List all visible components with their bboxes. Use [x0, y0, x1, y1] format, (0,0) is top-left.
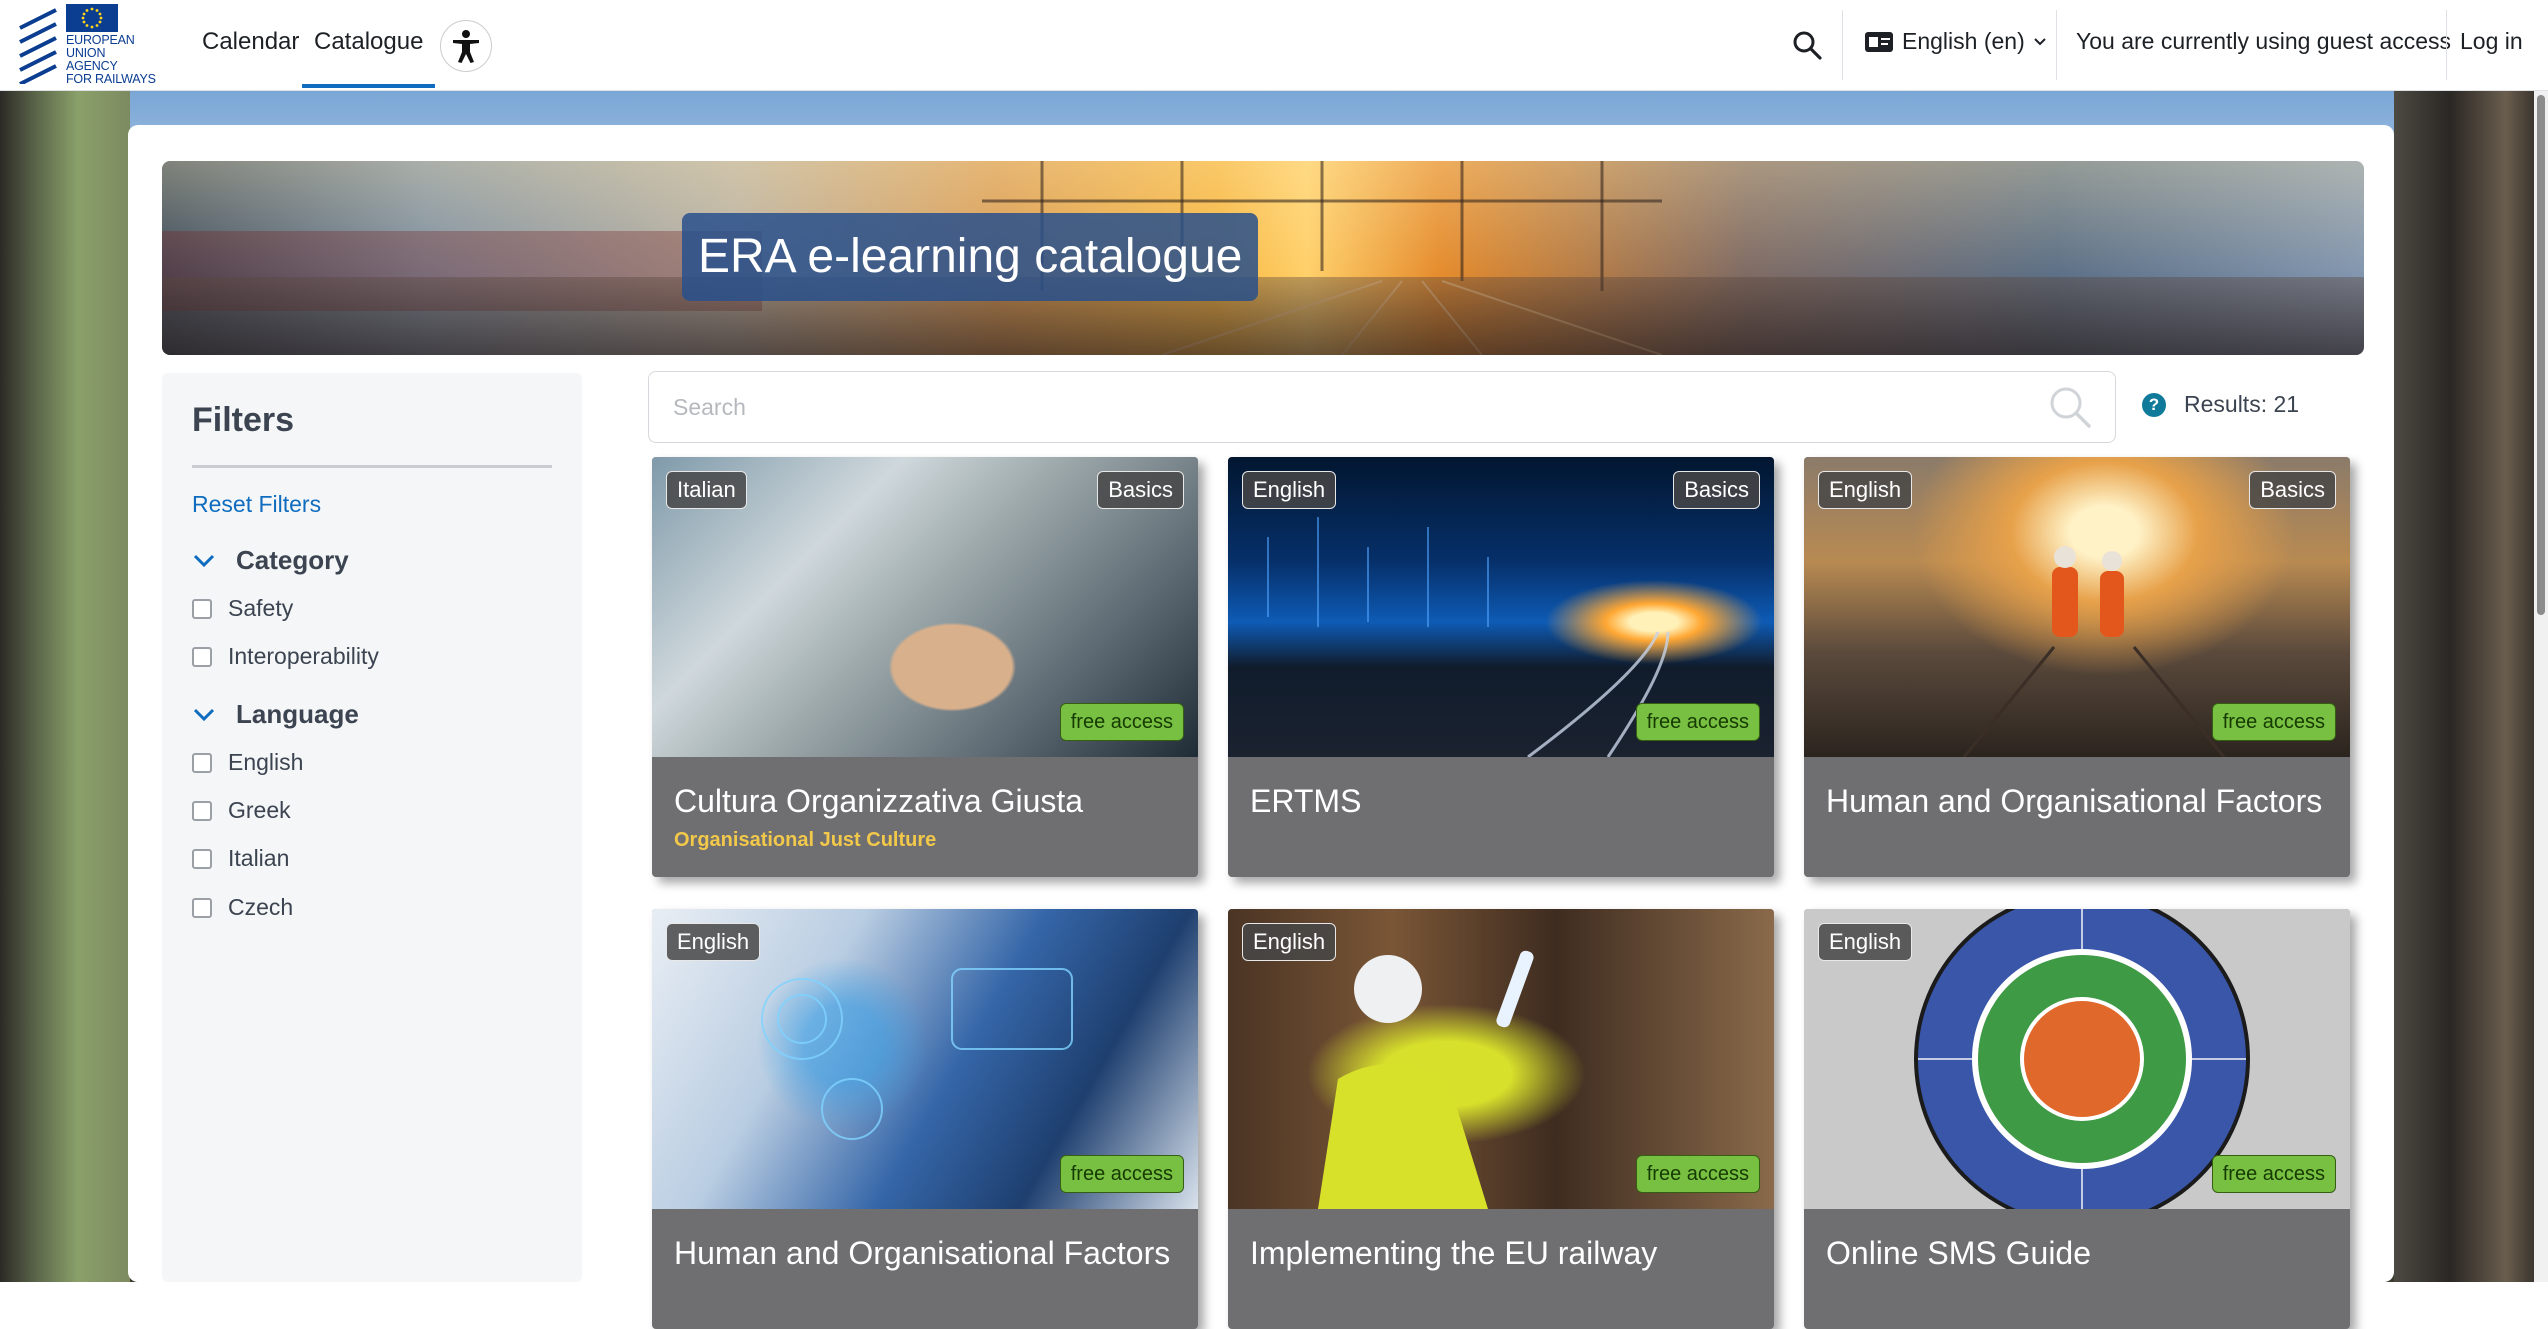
filters-panel: Filters Reset Filters Category Safety In… — [162, 373, 582, 1282]
page-title: ERA e-learning catalogue — [682, 213, 1259, 301]
window-frame-right — [2394, 91, 2534, 1282]
language-badge: English — [1818, 923, 1913, 961]
filter-option-italian[interactable]: Italian — [192, 845, 289, 872]
catalogue-container: ERA e-learning catalogue Filters Reset F… — [128, 125, 2394, 1329]
results-count: Results: 21 — [2184, 391, 2300, 417]
hero-ground — [162, 277, 2364, 355]
language-badge: Italian — [666, 471, 747, 509]
course-title[interactable]: Human and Organisational Factors — [1826, 783, 2322, 820]
free-access-badge: free access — [1635, 1155, 1760, 1193]
checkbox[interactable] — [192, 752, 212, 773]
filter-option-label: Italian — [228, 845, 290, 871]
course-card[interactable]: English free access Implementing the EU … — [1228, 909, 1774, 1329]
logo-text: EUROPEAN UNION AGENCY FOR RAILWAYS — [66, 33, 156, 86]
filter-option-label: Interoperability — [228, 643, 379, 669]
nav-divider — [2056, 10, 2057, 80]
search-input[interactable] — [671, 390, 1975, 424]
language-badge: English — [1242, 471, 1337, 509]
search-icon — [1793, 31, 1822, 60]
language-menu[interactable]: English ‎(en)‎ — [1864, 28, 2047, 55]
level-badge: Basics — [1097, 471, 1184, 509]
catalogue-search[interactable] — [648, 371, 2116, 443]
checkbox[interactable] — [192, 897, 212, 918]
top-navbar: EUROPEAN UNION AGENCY FOR RAILWAYS Calen… — [0, 0, 2548, 91]
login-link[interactable]: Log in — [2460, 28, 2523, 55]
nav-divider — [2446, 10, 2447, 80]
reset-filters-link[interactable]: Reset Filters — [192, 491, 321, 518]
checkbox[interactable] — [192, 598, 212, 619]
course-title[interactable]: Cultura Organizzativa Giusta — [674, 783, 1083, 820]
filter-option-czech[interactable]: Czech — [192, 894, 293, 921]
guest-access-text: You are currently using guest access — [2076, 28, 2452, 54]
filter-option-label: Greek — [228, 797, 291, 823]
filter-option-greek[interactable]: Greek — [192, 797, 291, 824]
course-card[interactable]: English Basics free access ERTMS — [1228, 457, 1774, 877]
filters-divider — [192, 465, 552, 468]
checkbox[interactable] — [192, 800, 212, 821]
chevron-down-icon — [193, 708, 215, 721]
language-badge: English — [1818, 471, 1913, 509]
accessibility-button[interactable] — [440, 20, 492, 72]
free-access-badge: free access — [1635, 703, 1760, 741]
filters-heading: Filters — [192, 401, 295, 439]
search-icon[interactable] — [2047, 384, 2093, 430]
filter-option-label: English — [228, 749, 304, 775]
course-card[interactable]: English Basics free access Human and Org… — [1804, 457, 2350, 877]
filter-group-label: Language — [236, 699, 359, 729]
nav-divider — [1842, 10, 1843, 80]
free-access-badge: free access — [1059, 1155, 1184, 1193]
level-badge: Basics — [2249, 471, 2336, 509]
course-title[interactable]: Human and Organisational Factors — [674, 1235, 1170, 1272]
hero-banner: ERA e-learning catalogue — [162, 161, 2364, 355]
course-title[interactable]: Implementing the EU railway — [1250, 1235, 1657, 1272]
logo-stripes-icon — [19, 8, 57, 84]
course-card[interactable]: English free access Online SMS Guide — [1804, 909, 2350, 1329]
page-scrollbar[interactable] — [2534, 91, 2548, 1282]
help-icon[interactable]: ? — [2142, 393, 2166, 417]
filter-option-interoperability[interactable]: Interoperability — [192, 643, 379, 670]
checkbox[interactable] — [192, 848, 212, 869]
filter-group-category[interactable]: Category — [192, 545, 349, 576]
course-card[interactable]: English free access Human and Organisati… — [652, 909, 1198, 1329]
era-logo[interactable]: EUROPEAN UNION AGENCY FOR RAILWAYS — [16, 4, 156, 86]
filter-option-label: Safety — [228, 595, 294, 621]
free-access-badge: free access — [2211, 703, 2336, 741]
eu-flag-icon — [66, 4, 118, 32]
accessibility-icon — [453, 30, 479, 63]
filter-option-label: Czech — [228, 894, 294, 920]
nav-search-button[interactable] — [1790, 28, 1824, 62]
filter-group-language[interactable]: Language — [192, 699, 359, 730]
language-badge: English — [1242, 923, 1337, 961]
chevron-down-icon — [193, 554, 215, 567]
window-frame-left — [0, 91, 130, 1282]
chevron-down-icon — [2034, 37, 2046, 45]
course-card[interactable]: Italian Basics free access Cultura Organ… — [652, 457, 1198, 877]
course-title[interactable]: ERTMS — [1250, 783, 1361, 820]
free-access-badge: free access — [1059, 703, 1184, 741]
filter-option-english[interactable]: English — [192, 749, 303, 776]
level-badge: Basics — [1673, 471, 1760, 509]
filter-group-label: Category — [236, 545, 349, 575]
language-badge: English — [666, 923, 761, 961]
nav-link-calendar[interactable]: Calendar — [202, 28, 299, 56]
checkbox[interactable] — [192, 646, 212, 667]
scrollbar-thumb[interactable] — [2537, 95, 2545, 615]
language-card-icon — [1865, 31, 1893, 52]
nav-link-catalogue[interactable]: Catalogue — [301, 28, 436, 88]
course-subtitle: Organisational Just Culture — [674, 829, 937, 851]
free-access-badge: free access — [2211, 1155, 2336, 1193]
language-label: English ‎(en)‎ — [1902, 28, 2025, 54]
filter-option-safety[interactable]: Safety — [192, 595, 293, 622]
course-title[interactable]: Online SMS Guide — [1826, 1235, 2091, 1272]
